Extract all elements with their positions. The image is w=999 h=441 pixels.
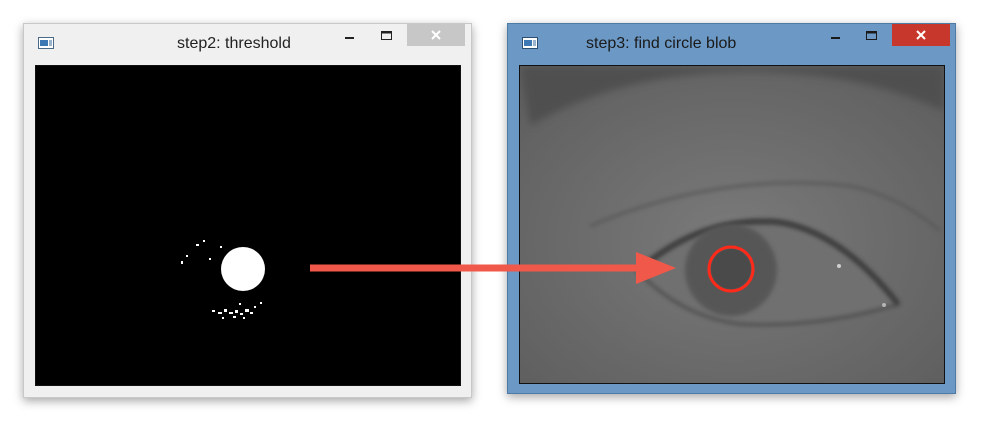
highlight-2 bbox=[882, 303, 886, 307]
threshold-mask bbox=[181, 240, 265, 319]
maximize-icon bbox=[381, 31, 392, 40]
window-title: step3: find circle blob bbox=[586, 35, 737, 52]
highlight bbox=[837, 264, 841, 268]
threshold-blob bbox=[221, 247, 265, 291]
threshold-window-titlebar[interactable]: step2: threshold bbox=[24, 24, 471, 60]
close-icon bbox=[431, 30, 441, 40]
app-icon[interactable] bbox=[38, 37, 54, 49]
maximize-button[interactable] bbox=[373, 24, 399, 46]
minimize-button[interactable] bbox=[336, 24, 362, 46]
minimize-button[interactable] bbox=[822, 24, 848, 46]
threshold-window[interactable]: step2: threshold bbox=[23, 23, 472, 398]
find-circle-window[interactable]: step3: find circle blob bbox=[507, 23, 956, 394]
threshold-image bbox=[35, 65, 461, 386]
minimize-icon bbox=[345, 37, 354, 39]
app-icon[interactable] bbox=[522, 37, 538, 49]
maximize-icon bbox=[866, 31, 877, 40]
close-button[interactable] bbox=[892, 24, 950, 46]
pupil bbox=[711, 249, 751, 289]
maximize-button[interactable] bbox=[858, 24, 884, 46]
close-icon bbox=[916, 30, 926, 40]
eye-image bbox=[519, 65, 945, 384]
minimize-icon bbox=[831, 37, 840, 39]
eye-photo bbox=[520, 66, 944, 383]
window-title: step2: threshold bbox=[177, 35, 291, 52]
close-button[interactable] bbox=[407, 24, 465, 46]
find-circle-window-titlebar[interactable]: step3: find circle blob bbox=[508, 24, 955, 60]
